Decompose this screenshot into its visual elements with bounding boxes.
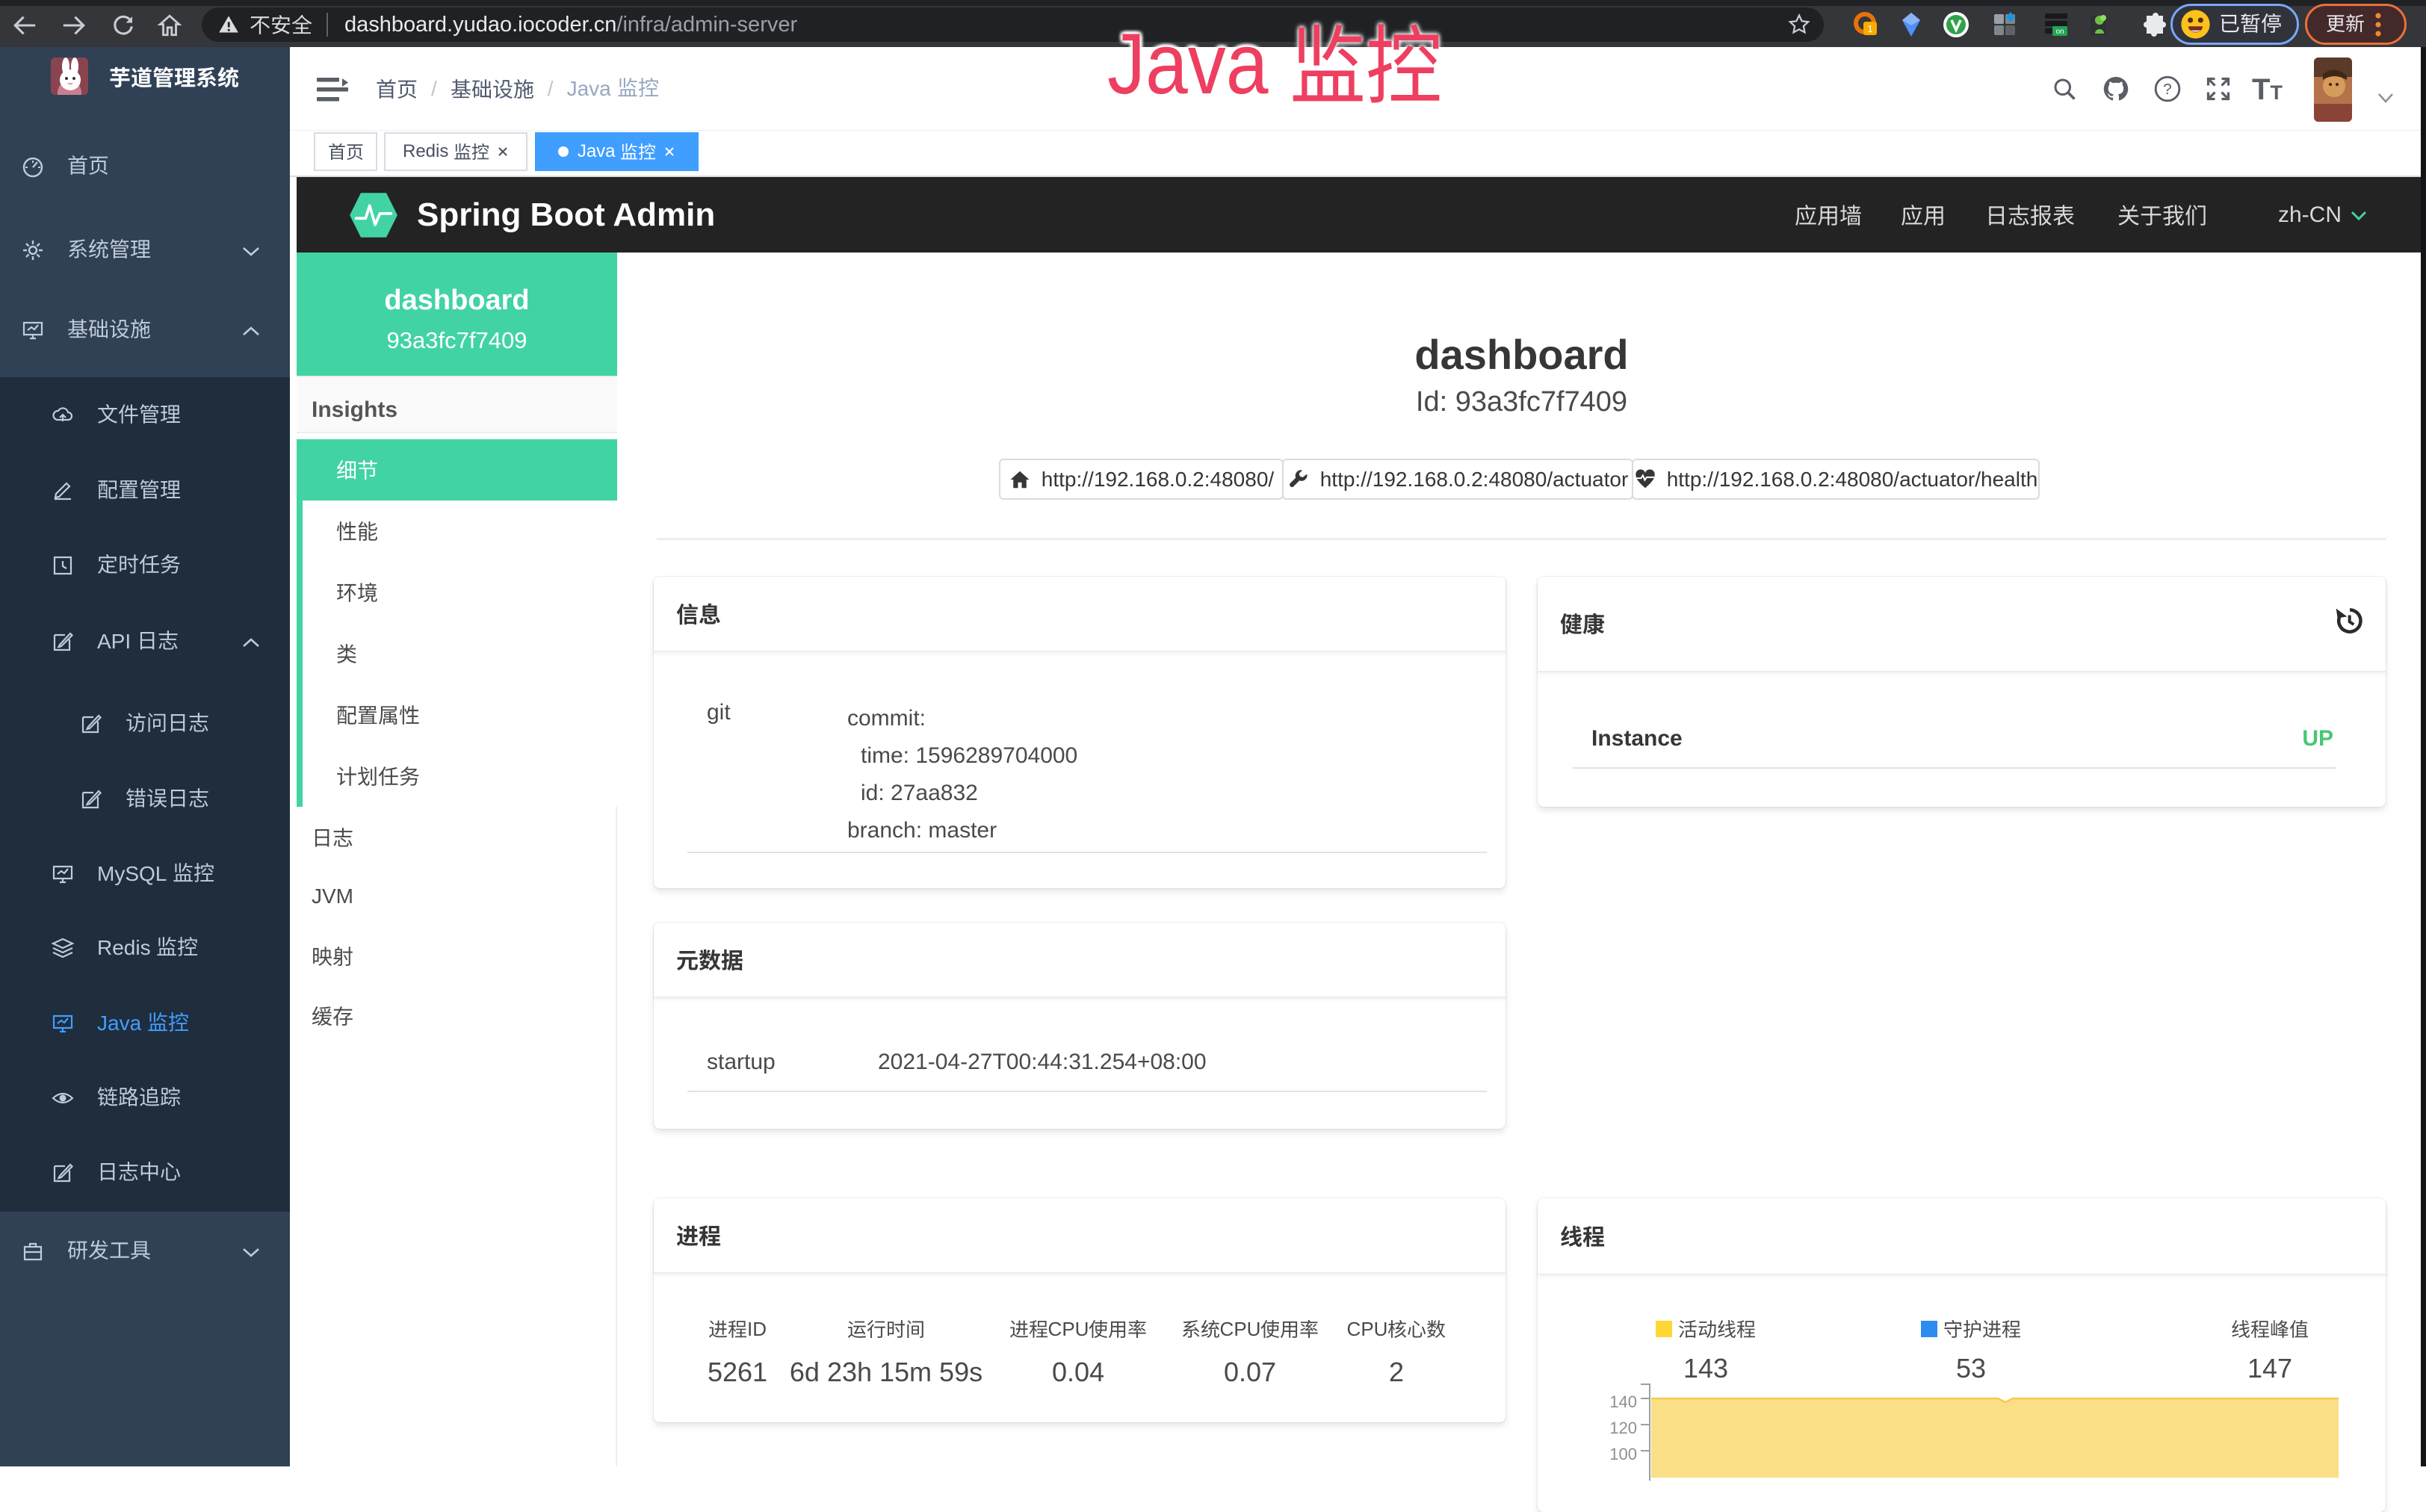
svg-text:?: ? [2163, 81, 2171, 98]
svg-text:1: 1 [1867, 23, 1872, 34]
svg-text:on: on [2055, 28, 2064, 36]
